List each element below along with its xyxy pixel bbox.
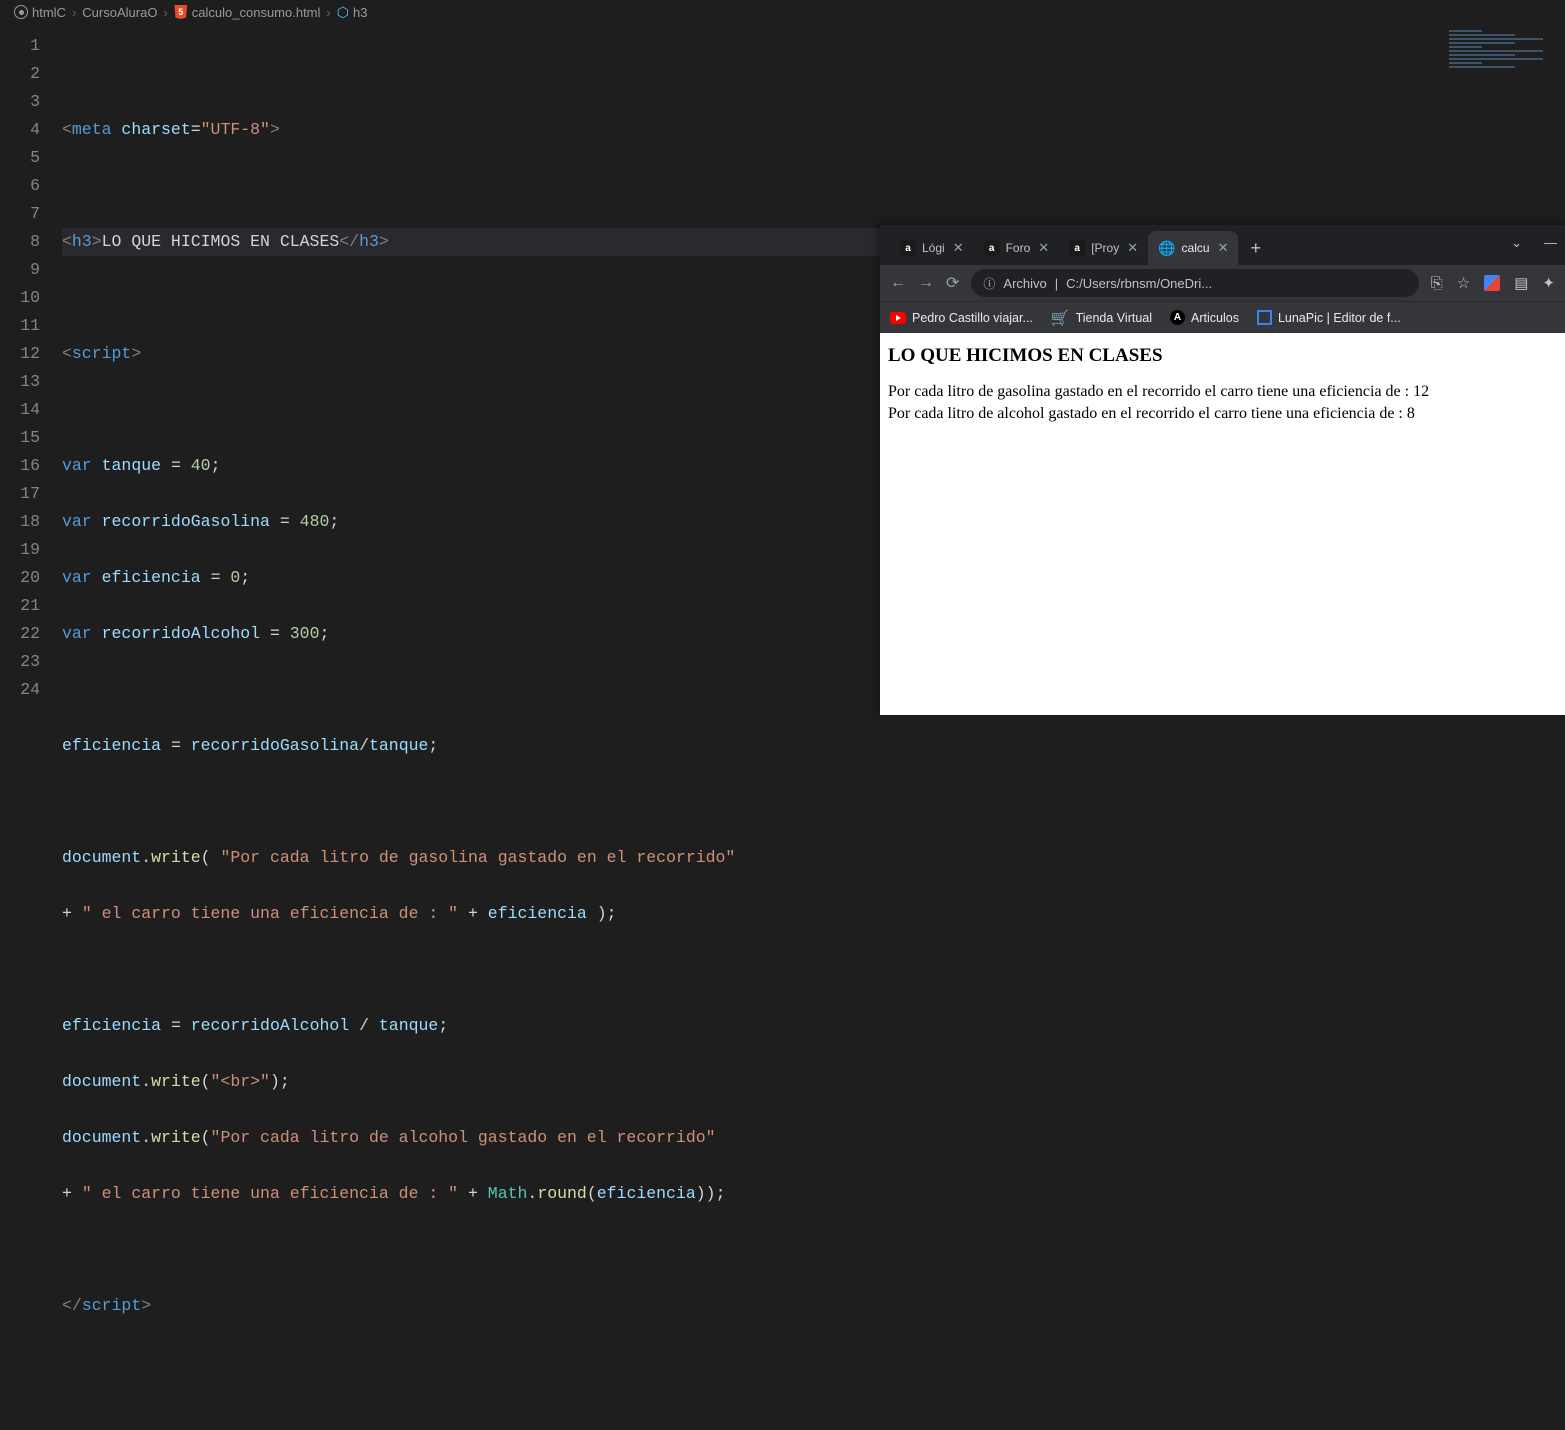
reload-button[interactable]: ⟳ — [946, 273, 959, 293]
bookmark-item[interactable]: Pedro Castillo viajar... — [890, 311, 1033, 325]
youtube-icon — [890, 312, 906, 324]
tab-label: [Proy — [1091, 241, 1119, 255]
page-text-line: Por cada litro de gasolina gastado en el… — [888, 381, 1557, 403]
tag-meta: meta — [72, 120, 112, 139]
page-text-line: Por cada litro de alcohol gastado en el … — [888, 403, 1557, 425]
browser-page-content: LO QUE HICIMOS EN CLASES Por cada litro … — [880, 333, 1565, 715]
browser-tab-strip: a Lógi ✕ a Foro ✕ a [Proy ✕ 🌐 calcu ✕ + … — [880, 225, 1565, 265]
bookmark-star-icon[interactable]: ☆ — [1457, 274, 1470, 292]
close-icon[interactable]: ✕ — [1218, 240, 1229, 256]
breadcrumb-symbol[interactable]: h3 — [353, 5, 367, 20]
tab-label: Foro — [1006, 241, 1031, 255]
address-path: C:/Users/rbnsm/OneDri... — [1066, 276, 1212, 291]
favicon-icon: a — [1069, 240, 1085, 256]
line-number-gutter: 1234 5678 9101112 13141516 17181920 2122… — [0, 32, 62, 1430]
bookmark-item[interactable]: A Articulos — [1170, 310, 1239, 325]
bookmark-label: Tienda Virtual — [1076, 311, 1152, 325]
browser-tab[interactable]: a Foro ✕ — [974, 231, 1060, 265]
bookmark-item[interactable]: 🛒 Tienda Virtual — [1051, 309, 1152, 327]
cart-icon: 🛒 — [1051, 309, 1070, 327]
tab-label: calcu — [1182, 241, 1210, 255]
bookmark-label: LunaPic | Editor de f... — [1278, 311, 1401, 325]
new-tab-button[interactable]: + — [1238, 232, 1273, 265]
back-button[interactable]: ← — [890, 274, 906, 292]
lunapic-icon — [1257, 310, 1272, 325]
browser-toolbar: ← → ⟳ ⓘ Archivo | C:/Users/rbnsm/OneDri.… — [880, 265, 1565, 301]
bookmark-item[interactable]: LunaPic | Editor de f... — [1257, 310, 1401, 325]
breadcrumb-file[interactable]: calculo_consumo.html — [192, 5, 321, 20]
minimize-icon[interactable]: — — [1544, 235, 1557, 251]
symbol-icon: ⬡ — [337, 4, 349, 21]
forward-button[interactable]: → — [918, 274, 934, 292]
address-scheme: Archivo — [1003, 276, 1046, 291]
close-icon[interactable]: ✕ — [953, 240, 964, 256]
minimap[interactable] — [1449, 30, 1559, 110]
breadcrumb: htmlC › CursoAluraO › 5 calculo_consumo.… — [0, 0, 1565, 24]
breadcrumb-folder[interactable]: CursoAluraO — [82, 5, 157, 20]
share-icon[interactable]: ⎘ — [1431, 275, 1443, 292]
tab-overflow-icon[interactable]: ⌄ — [1511, 235, 1522, 251]
html5-icon: 5 — [174, 5, 188, 19]
globe-icon: 🌐 — [1158, 240, 1175, 257]
angular-icon: A — [1170, 310, 1185, 325]
browser-tab[interactable]: a Lógi ✕ — [890, 231, 974, 265]
breadcrumb-folder[interactable]: htmlC — [32, 5, 66, 20]
tab-label: Lógi — [922, 241, 945, 255]
address-bar[interactable]: ⓘ Archivo | C:/Users/rbnsm/OneDri... — [971, 269, 1418, 297]
bookmarks-bar: Pedro Castillo viajar... 🛒 Tienda Virtua… — [880, 301, 1565, 333]
chevron-right-icon: › — [72, 5, 76, 20]
extensions-icon[interactable]: ✦ — [1542, 274, 1555, 292]
close-icon[interactable]: ✕ — [1127, 240, 1138, 256]
favicon-icon: a — [984, 240, 1000, 256]
bookmark-label: Pedro Castillo viajar... — [912, 311, 1033, 325]
browser-tab-active[interactable]: 🌐 calcu ✕ — [1148, 231, 1238, 265]
bookmark-label: Articulos — [1191, 311, 1239, 325]
chevron-right-icon: › — [326, 5, 330, 20]
reader-icon[interactable]: ▤ — [1514, 274, 1528, 292]
close-icon[interactable]: ✕ — [1038, 240, 1049, 256]
record-icon — [14, 5, 28, 19]
browser-window: a Lógi ✕ a Foro ✕ a [Proy ✕ 🌐 calcu ✕ + … — [880, 225, 1565, 715]
favicon-icon: a — [900, 240, 916, 256]
chevron-right-icon: › — [163, 5, 167, 20]
info-icon: ⓘ — [983, 275, 995, 292]
page-heading: LO QUE HICIMOS EN CLASES — [888, 345, 1557, 367]
translate-icon[interactable] — [1484, 275, 1500, 291]
browser-tab[interactable]: a [Proy ✕ — [1059, 231, 1148, 265]
